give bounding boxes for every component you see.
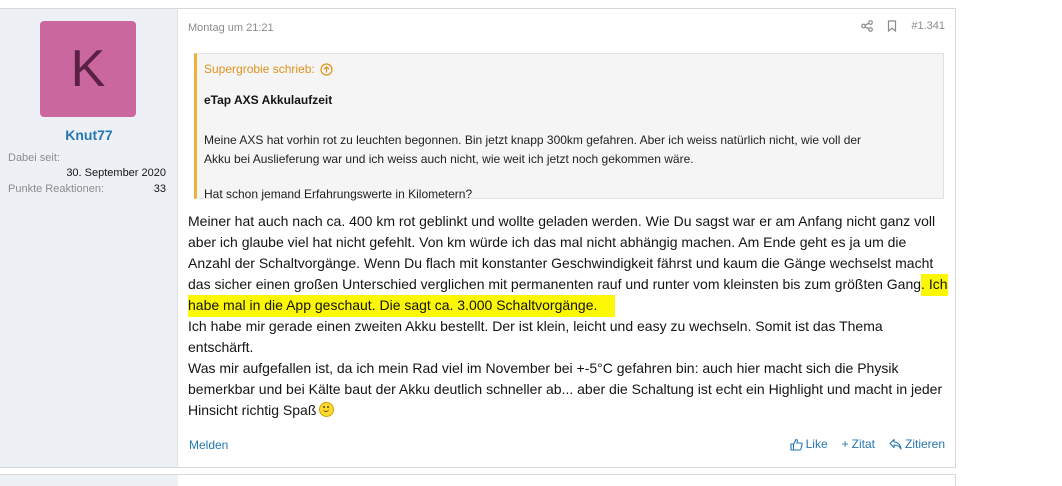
- reactions-value: 33: [153, 183, 166, 195]
- quote-author: Supergrobie schrieb:: [204, 62, 315, 76]
- reply-icon: [889, 438, 902, 450]
- next-post: [0, 474, 956, 486]
- user-pane: K Knut77 Dabei seit: 30. September 2020 …: [0, 9, 178, 467]
- joined-label: Dabei seit:: [8, 152, 60, 164]
- reply-label: Zitieren: [904, 437, 945, 451]
- quote-button[interactable]: + Zitat: [842, 437, 875, 451]
- quote-label: Zitat: [851, 437, 875, 451]
- quote-paragraph-line: Meine AXS hat vorhin rot zu leuchten beg…: [204, 133, 862, 147]
- post-footer-actions: Like + Zitat Zitieren: [790, 437, 945, 451]
- quote-question: Hat schon jemand Erfahrungswerte in Kilo…: [204, 187, 473, 201]
- quote-paragraph-line: Akku bei Auslieferung war und ich weiss …: [204, 152, 694, 166]
- avatar[interactable]: K: [40, 21, 136, 117]
- body-paragraph: Ich habe mir gerade einen zweiten Akku b…: [188, 318, 883, 355]
- reply-button[interactable]: Zitieren: [889, 437, 945, 451]
- body-paragraph: Was mir aufgefallen ist, da ich mein Rad…: [188, 360, 943, 418]
- body-paragraph: Meiner hat auch nach ca. 400 km rot gebl…: [188, 213, 936, 292]
- bookmark-icon[interactable]: [887, 20, 897, 32]
- reactions-label: Punkte Reaktionen:: [8, 183, 105, 195]
- report-link[interactable]: Melden: [189, 438, 228, 452]
- post-main: Montag um 21:21 #1.341 Supergrobie schri…: [178, 9, 955, 467]
- forum-post: K Knut77 Dabei seit: 30. September 2020 …: [0, 8, 956, 468]
- thumbs-up-icon: [790, 438, 803, 451]
- post-date[interactable]: Montag um 21:21: [188, 22, 274, 34]
- like-button[interactable]: Like: [790, 437, 828, 451]
- post-body: Meiner hat auch nach ca. 400 km rot gebl…: [188, 211, 948, 421]
- quote-author-link[interactable]: Supergrobie schrieb:: [204, 62, 333, 76]
- username-link[interactable]: Knut77: [0, 127, 178, 143]
- quote-title: eTap AXS Akkulaufzeit: [204, 93, 333, 107]
- arrow-up-circle-icon: [320, 62, 333, 76]
- quote-block: Supergrobie schrieb: eTap AXS Akkulaufze…: [194, 53, 944, 201]
- share-icon[interactable]: [861, 20, 874, 32]
- like-label: Like: [805, 437, 828, 451]
- next-post-user-pane: [0, 475, 178, 486]
- plus-icon: +: [841, 437, 849, 451]
- smiley-icon: [319, 402, 335, 417]
- avatar-letter: K: [70, 40, 106, 98]
- post-number[interactable]: #1.341: [911, 20, 945, 32]
- joined-value: 30. September 2020: [66, 167, 166, 179]
- post-meta-actions: #1.341: [861, 20, 945, 32]
